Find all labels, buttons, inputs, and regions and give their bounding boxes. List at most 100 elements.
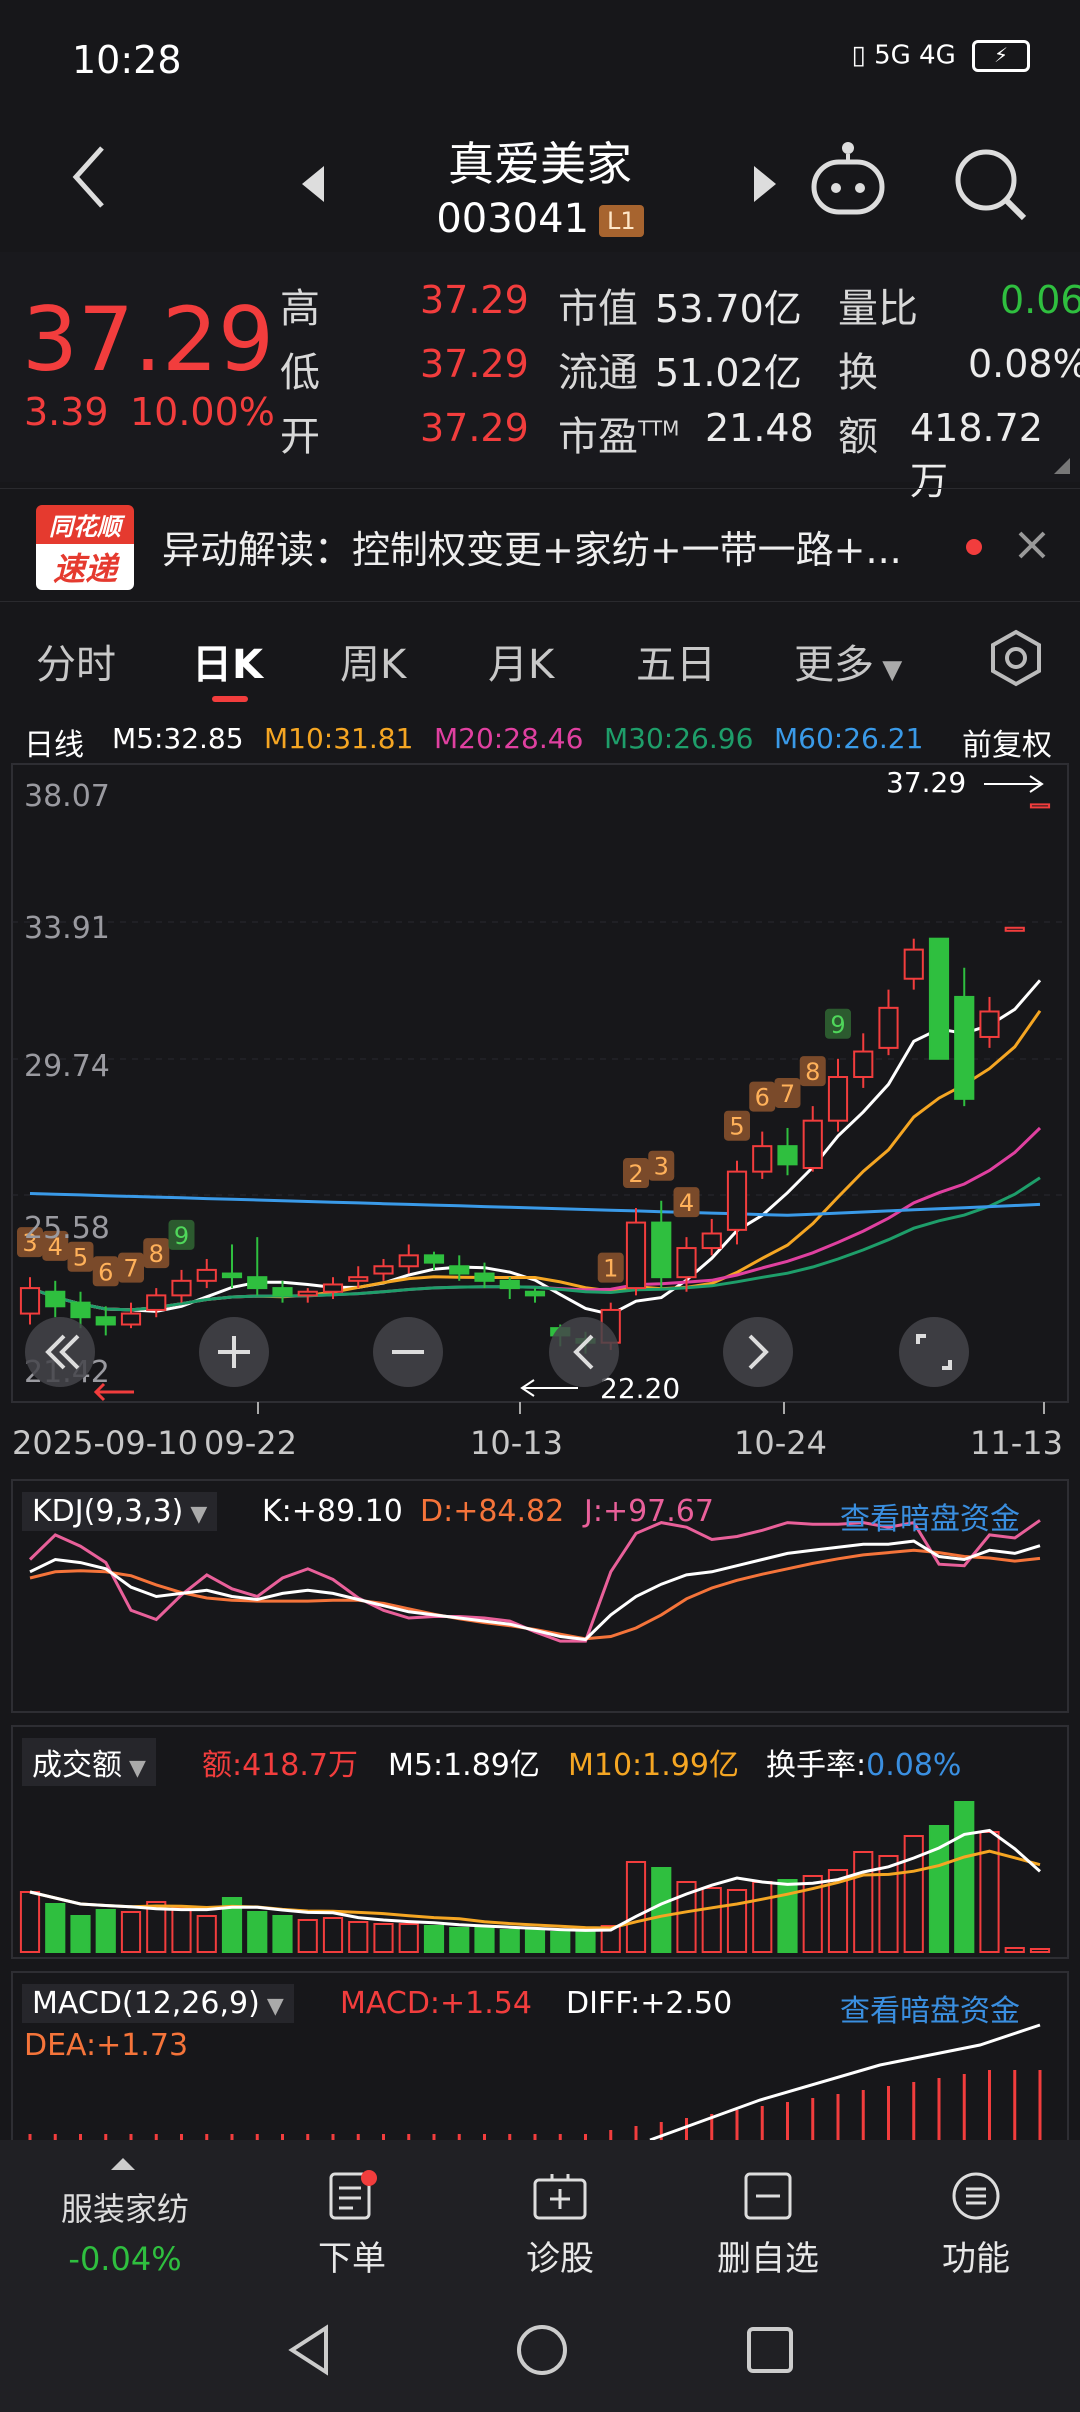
sequence-marker: 1 <box>597 1252 624 1283</box>
system-recents-icon[interactable] <box>744 2324 796 2380</box>
candle <box>752 1131 773 1179</box>
expand-corner-icon[interactable] <box>1052 456 1072 480</box>
scroll-left-fast-button[interactable] <box>25 1317 95 1387</box>
news-brand-logo: 同花顺 速递 <box>36 505 134 590</box>
sector-up-icon <box>110 2156 136 2175</box>
system-nav-bar <box>0 2300 1080 2412</box>
volume-bar <box>954 1801 975 1953</box>
fullscreen-button[interactable] <box>899 1317 969 1387</box>
sequence-marker: 4 <box>673 1187 700 1218</box>
close-icon[interactable] <box>1016 529 1048 565</box>
news-banner[interactable]: 同花顺 速递 异动解读：控制权变更+家纺+一带一路+... <box>0 488 1080 602</box>
candle <box>297 1288 318 1303</box>
order-button[interactable]: 下单 <box>252 2170 452 2280</box>
kdj-panel[interactable]: KDJ(9,3,3) ▼ K:+89.10 D:+84.82 J:+97.67 … <box>0 1478 1080 1718</box>
function-button[interactable]: 功能 <box>876 2170 1076 2280</box>
candle <box>827 1058 849 1132</box>
scroll-right-button[interactable] <box>723 1317 793 1387</box>
kdj-selector[interactable]: KDJ(9,3,3) ▼ <box>22 1492 218 1531</box>
y-tick-2: 29.74 <box>24 1049 110 1084</box>
tab-five-day[interactable]: 五日 <box>636 632 716 690</box>
volume-bar <box>398 1923 419 1953</box>
settings-hex-icon[interactable] <box>986 628 1046 692</box>
macd-selector[interactable]: MACD(12,26,9) ▼ <box>22 1984 294 2023</box>
dark-pool-link-2[interactable]: 查看暗盘资金 <box>840 1986 1020 2030</box>
volume-bar <box>120 1911 142 1953</box>
volume-bar <box>853 1851 874 1953</box>
candle <box>221 1244 243 1289</box>
volume-bar <box>297 1919 318 1953</box>
svg-text:9: 9 <box>830 1011 845 1039</box>
remove-watchlist-icon <box>744 2172 792 2220</box>
diagnose-icon <box>533 2174 587 2220</box>
sequence-marker: 6 <box>749 1081 776 1112</box>
tab-monthly[interactable]: 月K <box>488 632 554 690</box>
kdj-j: J:+97.67 <box>584 1494 714 1529</box>
zoom-out-button[interactable] <box>373 1317 443 1387</box>
svg-text:7: 7 <box>780 1080 795 1108</box>
volume-bar <box>247 1911 268 1953</box>
vibrate-icon: ▯ <box>851 40 866 71</box>
sequence-marker: 6 <box>92 1256 119 1287</box>
volume-bar <box>322 1917 344 1953</box>
diagnose-button[interactable]: 诊股 <box>460 2170 660 2280</box>
sector-change: -0.04% <box>68 2240 182 2278</box>
next-stock-icon[interactable] <box>752 164 778 208</box>
news-text[interactable]: 异动解读：控制权变更+家纺+一带一路+... <box>162 519 902 574</box>
volume-selector[interactable]: 成交额 ▼ <box>22 1738 156 1786</box>
sequence-marker: 5 <box>67 1241 94 1272</box>
x-tick-3: 10-24 <box>734 1424 827 1462</box>
adjust-mode[interactable]: 前复权 <box>962 720 1052 764</box>
amount-label: 额 <box>838 414 878 460</box>
sequence-marker: 7 <box>118 1252 144 1283</box>
sequence-marker: 8 <box>143 1238 170 1269</box>
volume-bar <box>95 1909 116 1953</box>
dropdown-icon: ▼ <box>874 655 903 685</box>
sector-item[interactable]: 服装家纺 -0.04% <box>20 2184 230 2278</box>
scroll-left-button[interactable] <box>549 1317 619 1387</box>
candle <box>1004 926 1025 932</box>
battery-icon: ⚡ <box>972 40 1030 72</box>
ma-period-label[interactable]: 日线 <box>24 720 84 764</box>
search-icon[interactable] <box>952 146 1028 226</box>
ma-legend: 日线 M5:32.85 M10:31.81 M20:28.46 M30:26.9… <box>0 712 1080 764</box>
low-label: 低 <box>280 350 320 396</box>
y-tick-3: 25.58 <box>24 1211 110 1246</box>
candle <box>979 996 1000 1048</box>
zoom-in-button[interactable] <box>199 1317 269 1387</box>
tab-more[interactable]: 更多 ▼ <box>794 632 902 690</box>
kline-chart[interactable]: 3456789123456789 38.07 33.91 29.74 25.58… <box>0 762 1080 1472</box>
dark-pool-link[interactable]: 查看暗盘资金 <box>840 1494 1020 1538</box>
volume-amount: 额:418.7万 <box>202 1748 358 1783</box>
order-icon <box>329 2170 377 2220</box>
svg-text:1: 1 <box>603 1255 618 1283</box>
volume-bar <box>651 1867 672 1953</box>
robot-assistant-icon[interactable] <box>808 140 888 224</box>
kline-svg: 3 4 56 78912 3456 789 38.07 33.91 29.74 25.58… <box>11 763 1069 1462</box>
function-label: 功能 <box>942 2239 1010 2279</box>
period-tabs: 分时 日K 周K 月K 五日 更多 ▼ <box>0 602 1080 712</box>
volume-bar <box>70 1915 91 1953</box>
volume-bar <box>449 1927 470 1953</box>
macd-diff: DIFF:+2.50 <box>566 1986 733 2021</box>
candle <box>625 1208 647 1296</box>
candle <box>954 967 975 1107</box>
tab-weekly[interactable]: 周K <box>340 632 406 690</box>
tab-daily[interactable]: 日K <box>192 632 263 690</box>
macd-panel[interactable]: MACD(12,26,9) ▼ MACD:+1.54 DIFF:+2.50 查看… <box>0 1970 1080 2173</box>
system-home-icon[interactable] <box>514 2322 570 2382</box>
svg-text:8: 8 <box>805 1058 820 1086</box>
mktcap-label: 市值 <box>558 286 638 332</box>
x-tick-0: 2025-09-10 <box>12 1424 198 1462</box>
candle <box>878 989 899 1056</box>
volume-panel[interactable]: 成交额 ▼ 额:418.7万 M5:1.89亿 M10:1.99亿 换手率:0.… <box>0 1724 1080 1964</box>
tab-intraday[interactable]: 分时 <box>36 632 116 690</box>
price-change-pct: 10.00% <box>130 390 275 434</box>
turnover-rate: 换手率:0.08% <box>766 1748 962 1783</box>
system-back-icon[interactable] <box>284 2322 334 2382</box>
remove-watchlist-button[interactable]: 删自选 <box>668 2170 868 2280</box>
macd-value: MACD:+1.54 <box>340 1986 532 2021</box>
volume-m10: M10:1.99亿 <box>568 1748 739 1783</box>
volume-bar <box>171 1907 192 1953</box>
volume-bar <box>423 1925 445 1953</box>
